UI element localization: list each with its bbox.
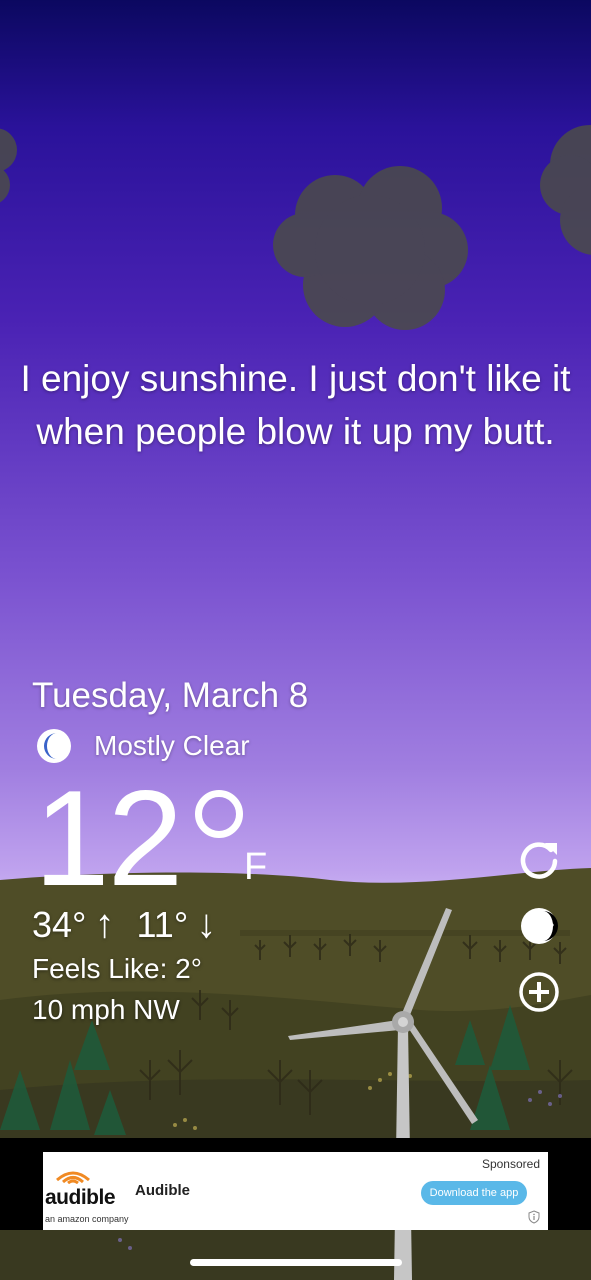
high-low-row: 34° ↑ 11° ↓ xyxy=(32,902,216,947)
weather-quote: I enjoy sunshine. I just don't like it w… xyxy=(20,358,571,452)
add-icon xyxy=(519,972,559,1012)
low-temperature: 11° xyxy=(136,903,189,945)
feels-like: Feels Like: 2° xyxy=(32,953,202,984)
refresh-icon xyxy=(520,842,558,879)
ad-brand-tagline: an amazon company xyxy=(45,1214,129,1224)
home-indicator[interactable] xyxy=(190,1259,402,1266)
temperature-unit: F xyxy=(244,846,268,888)
moon-phase-button[interactable] xyxy=(516,903,562,949)
cloud-left-edge xyxy=(0,128,17,203)
current-temperature: 12 xyxy=(34,762,183,914)
audible-logo: audible an amazon company xyxy=(45,1162,135,1224)
high-temperature: 34° xyxy=(32,903,87,945)
refresh-button[interactable] xyxy=(516,836,562,882)
ad-info-icon[interactable] xyxy=(527,1210,541,1224)
ad-brand-logo-text: audible xyxy=(45,1186,116,1209)
up-arrow-icon: ↑ xyxy=(94,902,115,946)
forecast-date: Tuesday, March 8 xyxy=(32,676,309,715)
audible-waves-icon xyxy=(56,1171,90,1184)
down-arrow-icon: ↓ xyxy=(196,902,217,946)
degree-symbol xyxy=(195,790,243,838)
background-scene xyxy=(0,125,591,1280)
condition-text: Mostly Clear xyxy=(94,730,250,761)
cloud-center xyxy=(273,166,468,330)
cloud-right-edge xyxy=(540,125,591,255)
ad-banner[interactable]: audible an amazon company Audible Sponso… xyxy=(43,1152,548,1230)
ad-sponsored-label: Sponsored xyxy=(481,1157,540,1171)
ad-advertiser-name: Audible xyxy=(135,1182,190,1199)
moon-phase-icon xyxy=(521,908,558,944)
wind-speed: 10 mph NW xyxy=(32,994,180,1025)
condition-row: Mostly Clear xyxy=(36,726,250,766)
add-location-button[interactable] xyxy=(516,969,562,1015)
ad-download-button[interactable]: Download the app xyxy=(421,1181,527,1205)
moon-icon xyxy=(37,729,71,763)
